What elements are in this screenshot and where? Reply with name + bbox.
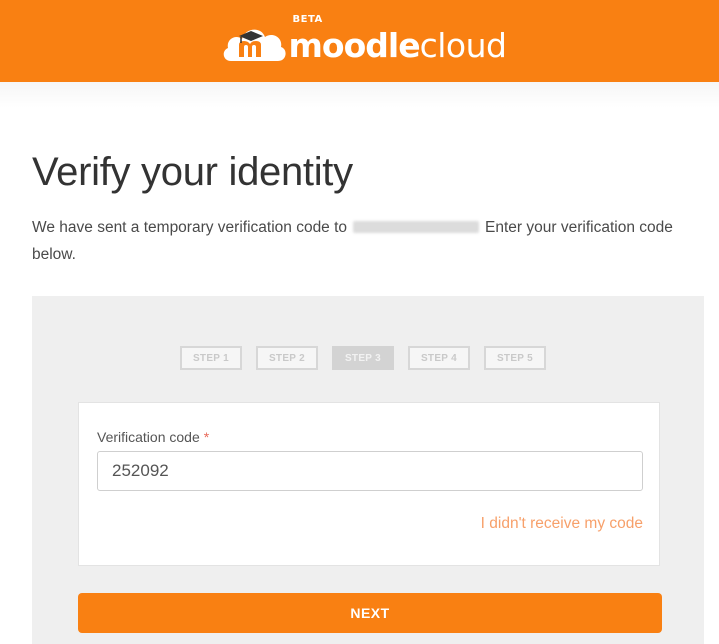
beta-badge: BETA	[292, 13, 323, 25]
verification-code-label-text: Verification code	[97, 429, 200, 445]
step-3-current: STEP 3	[332, 346, 394, 370]
intro-text-start: We have sent a temporary verification co…	[32, 219, 348, 236]
redacted-email	[353, 221, 480, 233]
step-4: STEP 4	[408, 346, 470, 370]
verification-code-input[interactable]	[97, 451, 643, 491]
header-divider	[0, 82, 719, 108]
verify-identity-page: BETA moodle cloud Verify your identity W…	[0, 0, 719, 644]
verification-card: Verification code* I didn't receive my c…	[78, 402, 660, 566]
moodlecloud-logo[interactable]: BETA moodle cloud	[221, 11, 507, 71]
required-marker: *	[203, 429, 210, 445]
next-button[interactable]: NEXT	[78, 593, 662, 633]
step-1: STEP 1	[180, 346, 242, 370]
verification-code-label: Verification code *	[97, 429, 209, 445]
logo-word-moodle: moodle	[288, 25, 421, 65]
intro-text: We have sent a temporary verification co…	[32, 214, 692, 268]
step-2: STEP 2	[256, 346, 318, 370]
logo-word-cloud: cloud	[419, 25, 507, 65]
step-5: STEP 5	[484, 346, 546, 370]
site-header: BETA moodle cloud	[0, 0, 719, 82]
resend-code-link[interactable]: I didn't receive my code	[481, 515, 643, 533]
logo-wordmark: BETA moodle cloud	[288, 14, 507, 65]
step-indicator: STEP 1 STEP 2 STEP 3 STEP 4 STEP 5	[180, 346, 546, 370]
moodle-m-cloud-icon	[223, 29, 286, 61]
verification-panel: STEP 1 STEP 2 STEP 3 STEP 4 STEP 5 Verif…	[32, 296, 704, 644]
page-title: Verify your identity	[32, 150, 353, 194]
